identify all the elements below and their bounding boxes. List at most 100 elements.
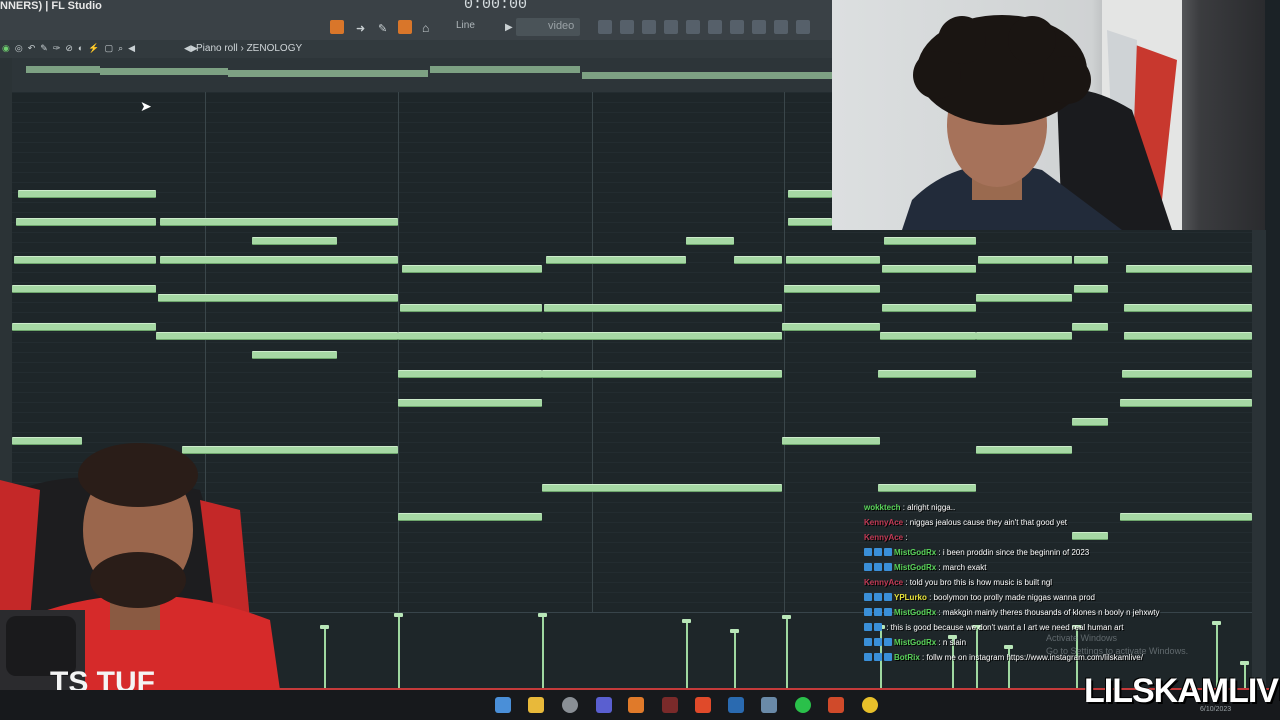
note[interactable] [1126, 265, 1252, 273]
pattern-song-toggle[interactable] [330, 20, 344, 34]
note[interactable] [160, 256, 398, 264]
piano-roll-icon[interactable] [620, 20, 634, 34]
app2-icon[interactable] [828, 697, 844, 713]
note[interactable] [12, 323, 156, 331]
link-icon[interactable] [398, 20, 412, 34]
note[interactable] [1072, 323, 1108, 331]
note[interactable] [1120, 399, 1252, 407]
brave-icon[interactable] [695, 697, 711, 713]
note[interactable] [542, 484, 782, 492]
note[interactable] [786, 256, 880, 264]
velocity-handle[interactable] [782, 615, 791, 619]
note[interactable] [788, 218, 832, 226]
chat-username[interactable]: MistGodRx [894, 563, 936, 572]
obs-icon[interactable] [562, 697, 578, 713]
velocity-handle[interactable] [394, 613, 403, 617]
chat-username[interactable]: YPLurko [894, 593, 927, 602]
undo-icon[interactable]: ↶ [28, 43, 36, 54]
note[interactable] [878, 370, 976, 378]
velocity-stem[interactable] [398, 616, 400, 688]
velocity-handle[interactable] [538, 613, 547, 617]
note[interactable] [882, 304, 976, 312]
note[interactable] [158, 294, 398, 302]
note[interactable] [398, 332, 542, 340]
note[interactable] [1122, 370, 1252, 378]
draw-icon[interactable]: ✎ [40, 43, 48, 54]
delete-icon[interactable]: ⊘ [65, 43, 73, 54]
note[interactable] [398, 399, 542, 407]
velocity-handle[interactable] [320, 625, 329, 629]
chat-username[interactable]: KennyAce [864, 533, 903, 542]
note[interactable] [978, 256, 1072, 264]
plug-icon[interactable] [752, 20, 766, 34]
channel-rack-icon[interactable] [642, 20, 656, 34]
note[interactable] [976, 446, 1072, 454]
calculator-icon[interactable] [761, 697, 777, 713]
vscode-icon[interactable] [728, 697, 744, 713]
velocity-handle[interactable] [682, 619, 691, 623]
note[interactable] [14, 256, 156, 264]
note[interactable] [398, 370, 542, 378]
note[interactable] [884, 237, 976, 245]
note[interactable] [160, 218, 398, 226]
slice-icon[interactable]: ⚡ [88, 43, 99, 54]
paint-icon[interactable]: ✑ [53, 43, 61, 54]
select-icon[interactable]: ▢ [105, 43, 114, 54]
zoom-icon[interactable]: ⌕ [118, 43, 123, 54]
chat-username[interactable]: KennyAce [864, 518, 903, 527]
menu-icon[interactable]: ◉ [2, 43, 10, 54]
note[interactable] [784, 285, 880, 293]
velocity-stem[interactable] [734, 632, 736, 688]
plugin-icon[interactable] [708, 20, 722, 34]
steam-icon[interactable] [495, 697, 511, 713]
note[interactable] [542, 332, 782, 340]
note[interactable] [1124, 332, 1252, 340]
note[interactable] [18, 190, 156, 198]
note[interactable] [976, 294, 1072, 302]
chat-username[interactable]: MistGodRx [894, 548, 936, 557]
note[interactable] [686, 237, 734, 245]
velocity-stem[interactable] [786, 618, 788, 688]
mute-icon[interactable]: ◐ [78, 43, 83, 54]
velocity-stem[interactable] [324, 628, 326, 688]
pencil-icon[interactable]: ✎ [378, 22, 387, 35]
velocity-stem[interactable] [542, 616, 544, 688]
note[interactable] [1074, 285, 1108, 293]
arrow-right-icon[interactable]: ➜ [356, 22, 365, 35]
note[interactable] [252, 237, 337, 245]
tempo-icon[interactable] [730, 20, 744, 34]
note[interactable] [16, 218, 156, 226]
note[interactable] [402, 265, 542, 273]
velocity-handle[interactable] [730, 629, 739, 633]
note[interactable] [400, 304, 542, 312]
note[interactable] [734, 256, 782, 264]
playback-icon[interactable]: ◀ [128, 43, 135, 54]
record-icon[interactable] [774, 20, 788, 34]
chat-username[interactable]: BotRix [894, 653, 920, 662]
folder-icon[interactable] [528, 697, 544, 713]
snap-magnet-icon[interactable]: ⌂ [422, 21, 429, 35]
teams-icon[interactable] [596, 697, 612, 713]
chat-username[interactable]: wokktech [864, 503, 900, 512]
snap-dropdown[interactable]: Line [456, 20, 475, 31]
note[interactable] [542, 370, 782, 378]
chat-username[interactable]: MistGodRx [894, 638, 936, 647]
note[interactable] [156, 332, 398, 340]
velocity-stem[interactable] [686, 622, 688, 688]
app-icon[interactable] [662, 697, 678, 713]
chat-username[interactable]: KennyAce [864, 578, 903, 587]
vertical-scrollbar[interactable] [1252, 230, 1266, 690]
note[interactable] [782, 323, 880, 331]
note[interactable] [398, 513, 542, 521]
note[interactable] [1072, 418, 1108, 426]
note[interactable] [882, 265, 976, 273]
browser-icon[interactable] [686, 20, 700, 34]
note[interactable] [546, 256, 686, 264]
options-icon[interactable]: ◎ [15, 43, 23, 54]
spotify-icon[interactable] [795, 697, 811, 713]
playlist-icon[interactable] [598, 20, 612, 34]
chrome-icon[interactable] [862, 697, 878, 713]
note[interactable] [788, 190, 832, 198]
note[interactable] [880, 332, 976, 340]
note[interactable] [544, 304, 782, 312]
